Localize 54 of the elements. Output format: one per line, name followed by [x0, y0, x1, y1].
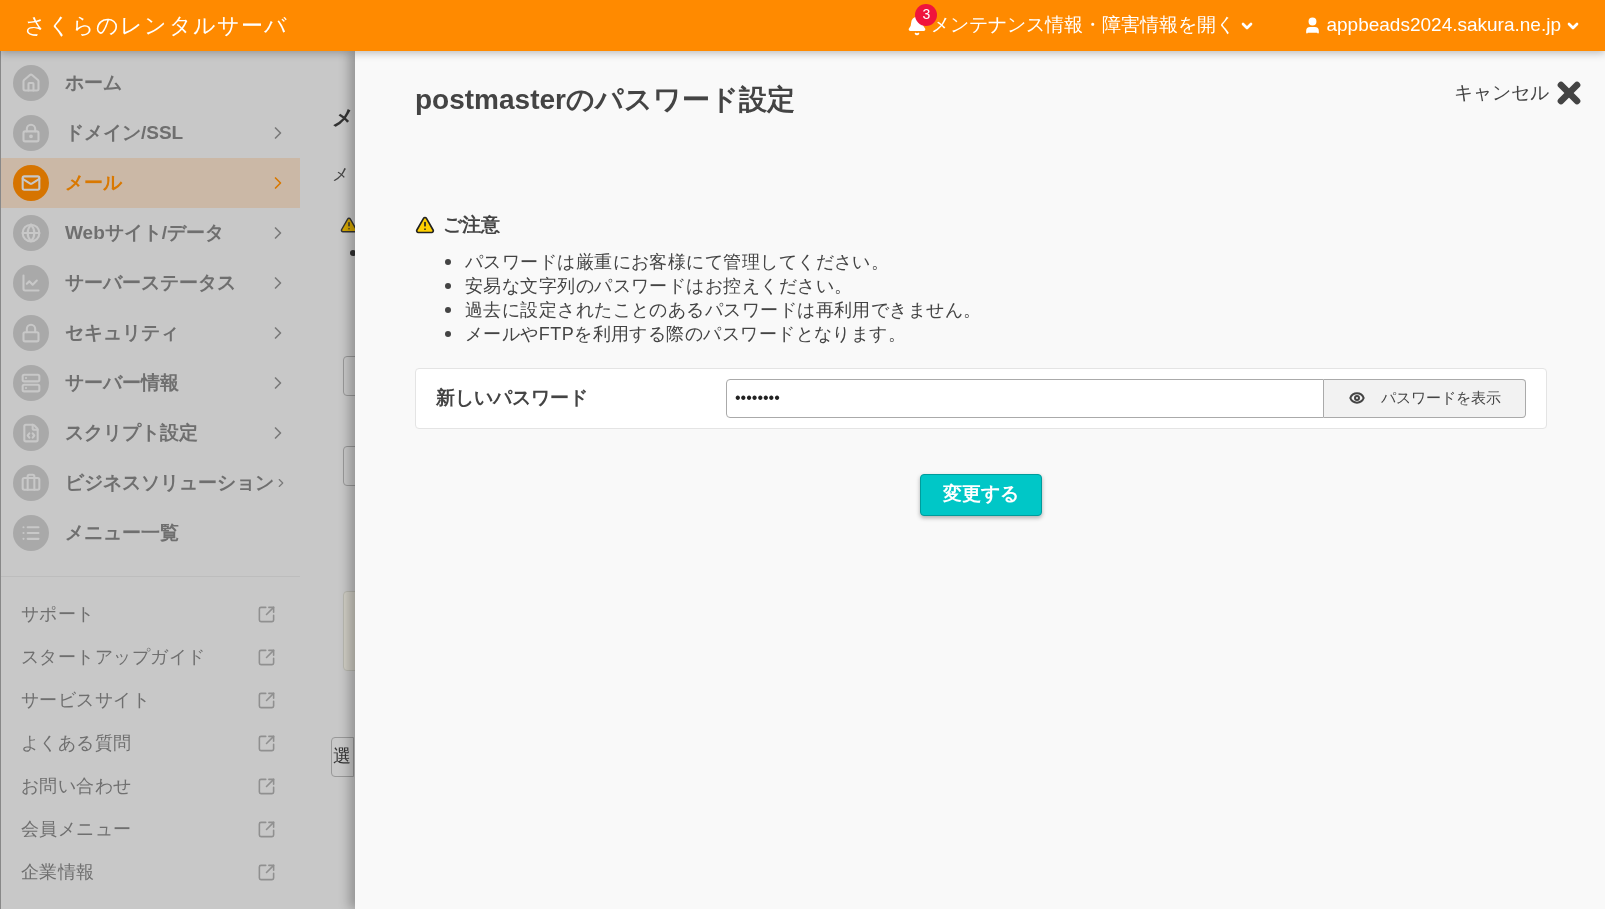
notice-text: 過去に設定されたことのあるパスワードは再利用できません。: [465, 298, 982, 322]
sidebar-item[interactable]: スクリプト設定: [1, 408, 300, 458]
external-link-icon: [257, 605, 276, 624]
eye-icon: [1348, 390, 1365, 406]
external-link-icon: [257, 777, 276, 796]
page-heading: メ: [332, 104, 355, 132]
password-field[interactable]: ••••••••: [726, 378, 1324, 418]
external-link-icon: [257, 648, 276, 667]
brand-title[interactable]: さくらのレンタルサーバ: [24, 9, 289, 42]
lock-icon: [13, 315, 49, 351]
notice-text: メールやFTPを利用する際のパスワードとなります。: [465, 322, 907, 346]
server-icon: [13, 365, 49, 401]
field-label: 新しいパスワード: [436, 385, 589, 410]
sidebar-item[interactable]: サーバーステータス: [1, 258, 300, 308]
globe-icon: [13, 215, 49, 251]
select-button[interactable]: 選: [331, 736, 354, 777]
external-link-icon: [257, 691, 276, 710]
sidebar-link[interactable]: 会員メニュー: [1, 808, 300, 851]
sidebar-link[interactable]: お問い合わせ: [1, 765, 300, 808]
submit-button[interactable]: 変更する: [920, 473, 1042, 516]
lock-icon: [13, 115, 49, 151]
warning-icon: [340, 215, 355, 234]
briefcase-icon: [13, 465, 49, 501]
show-password-button[interactable]: パスワードを表示: [1324, 378, 1526, 418]
notification-count: 3: [915, 3, 938, 26]
page-text: メ: [332, 164, 350, 186]
sidebar-item[interactable]: ビジネスソリューション: [1, 458, 300, 508]
panel-title: postmasterのパスワード設定: [415, 83, 796, 117]
external-link-icon: [257, 863, 276, 882]
sidebar-link[interactable]: スタートアップガイド: [1, 636, 300, 679]
notice-text: 安易な文字列のパスワードはお控えください。: [465, 274, 853, 298]
home-icon: [13, 65, 49, 101]
sidebar-link[interactable]: よくある質問: [1, 722, 300, 765]
sidebar-link[interactable]: サービスサイト: [1, 679, 300, 722]
sidebar-link[interactable]: 企業情報: [1, 851, 300, 894]
account-menu[interactable]: appbeads2024.sakura.ne.jp: [1303, 11, 1581, 40]
notice-text: パスワードは厳重にお客様にて管理してください。: [465, 250, 890, 274]
notice-title: ご注意: [443, 213, 500, 237]
warning-icon: [415, 215, 435, 236]
list-icon: [13, 515, 49, 551]
sidebar-item[interactable]: Webサイト/データ: [1, 208, 300, 258]
mail-icon: [13, 165, 49, 201]
sidebar-item[interactable]: セキュリティ: [1, 308, 300, 358]
chart-icon: [13, 265, 49, 301]
sidebar-item[interactable]: サーバー情報: [1, 358, 300, 408]
sidebar-item[interactable]: ホーム: [1, 58, 300, 108]
sidebar-link[interactable]: サポート: [1, 593, 300, 636]
sidebar-item[interactable]: メール: [1, 158, 300, 208]
external-link-icon: [257, 734, 276, 753]
external-link-icon: [257, 820, 276, 839]
cancel-button[interactable]: キャンセル: [1454, 77, 1585, 109]
sidebar-item[interactable]: ドメイン/SSL: [1, 108, 300, 158]
file-code-icon: [13, 415, 49, 451]
sidebar-item[interactable]: メニュー一覧: [1, 508, 300, 558]
